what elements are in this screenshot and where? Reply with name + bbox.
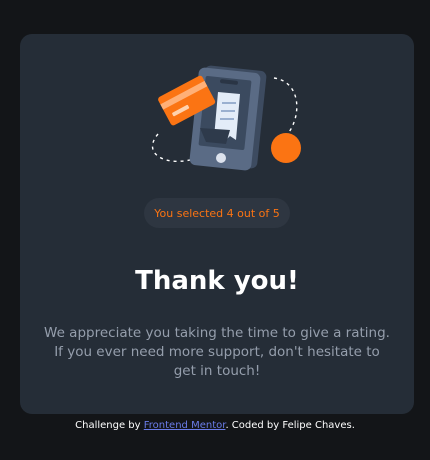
attribution-prefix: Challenge by — [75, 420, 141, 431]
payment-phone-illustration — [151, 65, 301, 171]
attribution: Challenge by Frontend Mentor. Coded by F… — [0, 420, 430, 431]
orange-circle — [271, 133, 301, 163]
dashed-orbit-right — [273, 77, 298, 137]
page-title: Thank you! — [135, 266, 299, 296]
thank-you-card: You selected 4 out of 5 Thank you! We ap… — [20, 34, 414, 414]
frontend-mentor-link[interactable]: Frontend Mentor — [144, 420, 226, 431]
thank-you-message: We appreciate you taking the time to giv… — [44, 325, 390, 379]
attribution-suffix: . Coded by Felipe Chaves. — [225, 420, 355, 431]
phone-home-button — [216, 153, 226, 163]
selection-badge: You selected 4 out of 5 — [144, 198, 290, 228]
